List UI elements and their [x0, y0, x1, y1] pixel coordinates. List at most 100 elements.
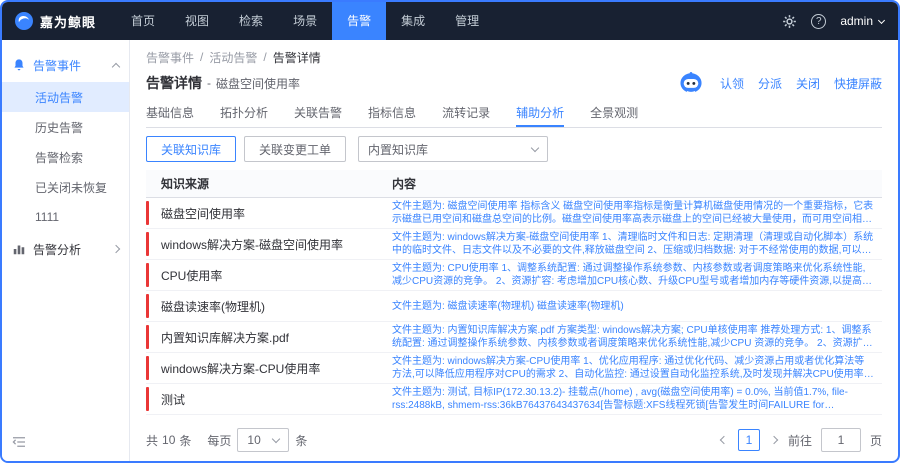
nav-item[interactable]: 视图 — [170, 2, 224, 40]
table-row[interactable]: windows解决方案-CPU使用率 文件主题为: windows解决方案-CPU… — [146, 353, 882, 384]
breadcrumb-item[interactable]: 告警事件 — [146, 49, 194, 66]
nav-item[interactable]: 告警 — [332, 2, 387, 40]
sidebar-item[interactable]: 告警检索 — [2, 142, 129, 172]
chevron-up-icon — [111, 62, 121, 71]
breadcrumb-item: 告警详情 — [272, 50, 321, 65]
knowledge-source-cell: windows解决方案-磁盘空间使用率 — [161, 237, 344, 252]
knowledge-source-cell: CPU使用率 — [161, 268, 223, 283]
nav-item[interactable]: 检索 — [224, 2, 278, 40]
nav-item[interactable]: 首页 — [116, 2, 170, 40]
goto-label: 前往 — [787, 433, 812, 448]
username: admin — [840, 14, 873, 28]
sidebar-item[interactable]: 历史告警 — [2, 112, 129, 142]
severity-indicator — [146, 387, 149, 411]
sidebar-group-label: 告警分析 — [33, 242, 82, 257]
breadcrumb: 告警事件 / 活动告警 / 告警详情 — [146, 48, 882, 66]
table-row[interactable]: CPU使用率 文件主题为: CPU使用率 1、调整系统配置: 通过调整操作系统参数… — [146, 260, 882, 291]
sidebar-group-alert-events[interactable]: 告警事件 — [2, 48, 129, 82]
app-logo[interactable]: 嘉为鲸眼 — [14, 11, 96, 31]
related-knowledge-button[interactable]: 关联知识库 — [146, 136, 237, 162]
nav-item[interactable]: 集成 — [386, 2, 440, 40]
knowledge-content-link[interactable]: 文件主题为: 内置知识库解决方案.pdf 方案类型: windows解决方案; … — [386, 324, 882, 350]
related-change-ticket-button[interactable]: 关联变更工单 — [244, 136, 347, 162]
knowledge-table: 知识来源 内容 磁盘空间使用率 文件主题为: 磁盘空间使用率 指标含义 磁盘空间使… — [146, 170, 882, 415]
per-page-label: 每页 — [207, 433, 232, 448]
tab[interactable]: 流转记录 — [442, 100, 490, 127]
table-header: 知识来源 内容 — [146, 170, 882, 198]
knowledge-content-link[interactable]: 文件主题为: 磁盘空间使用率 指标含义 磁盘空间使用率指标是衡量计算机磁盘使用情… — [386, 200, 882, 226]
header-action-links: 认领 分派 关闭 快捷屏蔽 — [720, 75, 882, 92]
header-action-link[interactable]: 分派 — [758, 75, 782, 92]
sidebar-group-alert-analysis[interactable]: 告警分析 — [2, 232, 129, 266]
help-icon[interactable]: ? — [811, 13, 827, 29]
goto-suffix: 页 — [869, 433, 882, 448]
tab[interactable]: 指标信息 — [368, 100, 416, 127]
ai-assistant-button[interactable] — [678, 70, 704, 96]
sidebar-item[interactable]: 活动告警 — [2, 82, 129, 112]
prev-page-button[interactable] — [719, 435, 729, 445]
severity-indicator — [146, 325, 149, 349]
sidebar-items: 活动告警 历史告警 告警检索 已关闭未恢复 1111 — [2, 82, 129, 232]
user-menu[interactable]: admin — [840, 14, 886, 28]
chevron-right-icon — [111, 244, 121, 254]
sidebar-collapse-icon[interactable] — [12, 435, 26, 453]
page-title: 告警详情 — [146, 75, 202, 91]
severity-indicator — [146, 294, 149, 318]
knowledge-source-select[interactable]: 内置知识库 — [358, 136, 549, 162]
breadcrumb-separator: / — [200, 50, 204, 64]
header-action-link[interactable]: 认领 — [720, 75, 744, 92]
knowledge-source-cell: 测试 — [161, 392, 186, 407]
logo-icon — [14, 11, 34, 31]
chevron-down-icon — [530, 143, 540, 153]
knowledge-content-link[interactable]: 文件主题为: windows解决方案-磁盘空间使用率 1、清理临时文件和日志: … — [386, 231, 882, 257]
main-content: 告警事件 / 活动告警 / 告警详情 告警详情 - 磁盘空间使用率 认领 分派 关闭 快捷屏蔽… — [130, 40, 898, 461]
tab[interactable]: 拓扑分析 — [220, 100, 268, 127]
severity-indicator — [146, 356, 149, 380]
nav-item[interactable]: 管理 — [440, 2, 494, 40]
severity-indicator — [146, 263, 149, 287]
navbar-right: ? admin — [782, 13, 886, 29]
chevron-down-icon — [272, 434, 281, 444]
severity-indicator — [146, 201, 149, 225]
title-actions: 认领 分派 关闭 快捷屏蔽 — [678, 70, 882, 96]
sidebar: 告警事件 活动告警 历史告警 告警检索 已关闭未恢复 1111 告警分析 — [2, 40, 130, 461]
tab[interactable]: 基础信息 — [146, 100, 194, 127]
logo-text: 嘉为鲸眼 — [40, 14, 97, 30]
sidebar-item[interactable]: 已关闭未恢复 — [2, 172, 129, 202]
title-separator: - — [207, 76, 211, 90]
tab[interactable]: 全景观测 — [590, 100, 638, 127]
table-row[interactable]: 磁盘空间使用率 文件主题为: 磁盘空间使用率 指标含义 磁盘空间使用率指标是衡量计… — [146, 198, 882, 229]
severity-indicator — [146, 232, 149, 256]
table-row[interactable]: 内置知识库解决方案.pdf 文件主题为: 内置知识库解决方案.pdf 方案类型: … — [146, 322, 882, 353]
tab[interactable]: 辅助分析 — [516, 100, 565, 127]
knowledge-content-link[interactable]: 文件主题为: CPU使用率 1、调整系统配置: 通过调整操作系统参数、内核参数或… — [386, 262, 882, 288]
nav-menu: 首页 视图 检索 场景 告警 集成 管理 — [116, 2, 494, 40]
per-page-value: 10 — [247, 433, 261, 447]
tab[interactable]: 关联告警 — [294, 100, 342, 127]
table-row[interactable]: 磁盘读速率(物理机) 文件主题为: 磁盘读速率(物理机) 磁盘读速率(物理机) — [146, 291, 882, 322]
page-number-button[interactable]: 1 — [737, 429, 760, 451]
knowledge-content-link[interactable]: 文件主题为: windows解决方案-CPU使用率 1、优化应用程序: 通过优化… — [386, 355, 882, 381]
knowledge-content-link[interactable]: 文件主题为: 磁盘读速率(物理机) 磁盘读速率(物理机) — [386, 300, 882, 313]
table-row[interactable]: 测试 文件主题为: 测试, 目标IP(172.30.13.2)- 挂载点(/hom… — [146, 384, 882, 415]
alert-events-icon — [12, 58, 26, 72]
sidebar-item[interactable]: 1111 — [2, 202, 129, 232]
per-page-select[interactable]: 10 — [237, 428, 290, 452]
sidebar-group-label: 告警事件 — [33, 58, 82, 73]
nav-item[interactable]: 场景 — [278, 2, 332, 40]
app-window: 嘉为鲸眼 首页 视图 检索 场景 告警 集成 管理 ? admin 告警事件 活动告警 — [0, 0, 900, 463]
header-action-link[interactable]: 关闭 — [796, 75, 820, 92]
header-action-link[interactable]: 快捷屏蔽 — [834, 75, 882, 92]
breadcrumb-item[interactable]: 活动告警 — [209, 49, 257, 66]
breadcrumb-separator: / — [263, 50, 267, 64]
total-count-text: 共 10 条 — [146, 433, 192, 448]
table-row[interactable]: windows解决方案-磁盘空间使用率 文件主题为: windows解决方案-磁盘… — [146, 229, 882, 260]
next-page-button[interactable] — [769, 435, 779, 445]
goto-page-input[interactable] — [820, 428, 861, 452]
table-body: 磁盘空间使用率 文件主题为: 磁盘空间使用率 指标含义 磁盘空间使用率指标是衡量计… — [146, 198, 882, 415]
settings-icon[interactable] — [782, 14, 797, 29]
filter-row: 关联知识库 关联变更工单 内置知识库 — [146, 136, 882, 162]
knowledge-content-link[interactable]: 文件主题为: 测试, 目标IP(172.30.13.2)- 挂载点(/home)… — [386, 386, 882, 412]
page-body: 告警事件 活动告警 历史告警 告警检索 已关闭未恢复 1111 告警分析 告警事件 / 活动… — [2, 40, 898, 461]
chevron-down-icon — [877, 16, 886, 24]
